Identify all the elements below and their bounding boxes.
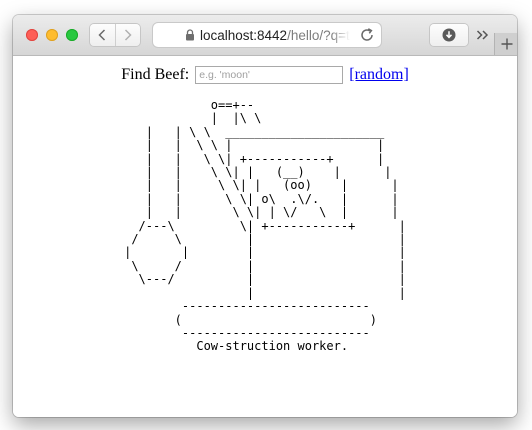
zoom-window-button[interactable] [66, 29, 78, 41]
download-icon [442, 28, 456, 42]
url-host: localhost:8442 [200, 27, 288, 43]
browser-toolbar: localhost:8442 /hello/?q=t [13, 15, 517, 56]
random-link[interactable]: [random] [349, 66, 409, 84]
back-button[interactable] [90, 24, 115, 46]
chevron-right-icon [124, 29, 132, 41]
toolbar-overflow-button[interactable] [474, 26, 490, 44]
cow-art-container: o==+-- | |\ \ | | \ \ __________________… [13, 98, 517, 354]
browser-window: localhost:8442 /hello/?q=t Find Beef: e.… [13, 15, 517, 417]
downloads-button[interactable] [430, 24, 468, 46]
chevron-left-icon [98, 29, 106, 41]
reload-icon[interactable] [359, 27, 375, 43]
minimize-window-button[interactable] [46, 29, 58, 41]
search-form: Find Beef: [random] [13, 63, 517, 87]
lock-icon [183, 28, 197, 42]
url-path: /hello/?q=t [287, 27, 350, 43]
forward-button[interactable] [114, 24, 141, 46]
address-bar[interactable]: localhost:8442 /hello/?q=t [153, 23, 381, 47]
page-content: Find Beef: [random] o==+-- | |\ \ | | \ … [13, 56, 517, 417]
double-chevron-right-icon [476, 30, 488, 40]
plus-icon [501, 38, 512, 50]
search-label: Find Beef: [121, 66, 190, 83]
new-tab-button[interactable] [494, 33, 517, 55]
cow-ascii-art: o==+-- | |\ \ | | \ \ __________________… [124, 98, 406, 354]
close-window-button[interactable] [26, 29, 38, 41]
search-input[interactable] [195, 66, 344, 84]
history-navigation [90, 24, 140, 46]
